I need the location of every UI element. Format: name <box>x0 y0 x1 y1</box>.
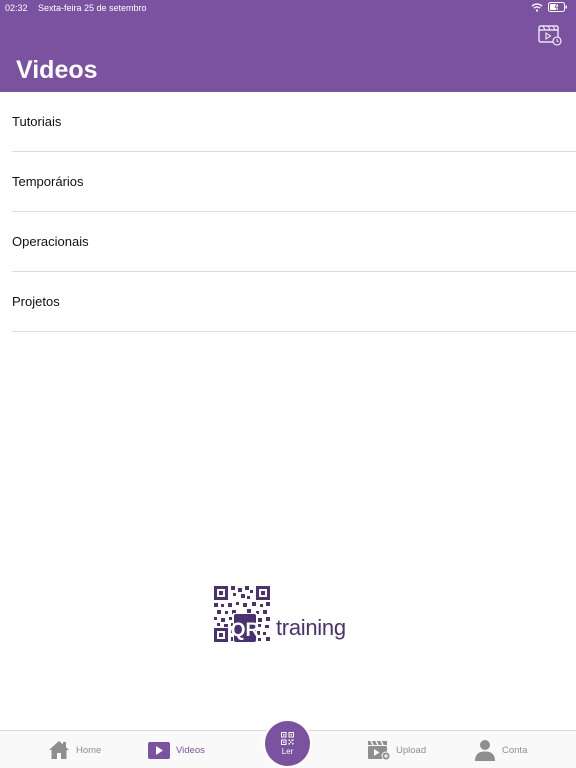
tab-upload-label: Upload <box>396 744 427 756</box>
qr-logo-mark: QR <box>214 586 270 643</box>
page-title: Videos <box>16 56 98 84</box>
wifi-icon <box>531 2 543 12</box>
person-icon <box>475 740 495 761</box>
tab-videos-label: Videos <box>176 744 205 756</box>
category-list: Tutoriais Temporários Operacionais Proje… <box>0 92 576 332</box>
status-time: 02:32 <box>5 3 28 13</box>
header-bar: 02:32 Sexta-feira 25 de setembro Videos <box>0 0 576 92</box>
video-history-button[interactable] <box>538 24 562 46</box>
brand-text: training <box>276 615 346 640</box>
clapper-upload-icon <box>368 740 390 760</box>
list-item-temporarios[interactable]: Temporários <box>12 152 576 212</box>
video-clock-icon <box>538 25 562 46</box>
tab-account-label: Conta <box>502 744 528 756</box>
tab-account[interactable]: Conta <box>474 731 527 768</box>
status-date: Sexta-feira 25 de setembro <box>38 3 147 13</box>
list-item-tutoriais[interactable]: Tutoriais <box>12 92 576 152</box>
list-item-label: Operacionais <box>12 234 89 249</box>
status-indicators <box>531 2 568 12</box>
tab-home-label: Home <box>76 744 102 756</box>
list-item-label: Projetos <box>12 294 60 309</box>
tab-videos[interactable]: Videos <box>148 731 205 768</box>
logo-mark-text: QR <box>231 620 260 641</box>
list-item-label: Tutoriais <box>12 114 62 129</box>
scan-qr-button[interactable]: Ler <box>265 721 310 766</box>
scan-label: Ler <box>281 747 294 756</box>
list-item-projetos[interactable]: Projetos <box>12 272 576 332</box>
tab-upload[interactable]: Upload <box>368 731 426 768</box>
house-icon <box>49 741 69 759</box>
play-icon <box>148 741 170 759</box>
list-item-operacionais[interactable]: Operacionais <box>12 212 576 272</box>
list-item-label: Temporários <box>12 174 84 189</box>
qr-code-icon <box>281 732 294 745</box>
qr-training-logo: QR training <box>214 586 364 646</box>
tab-home[interactable]: Home <box>48 731 101 768</box>
battery-icon <box>548 2 567 12</box>
